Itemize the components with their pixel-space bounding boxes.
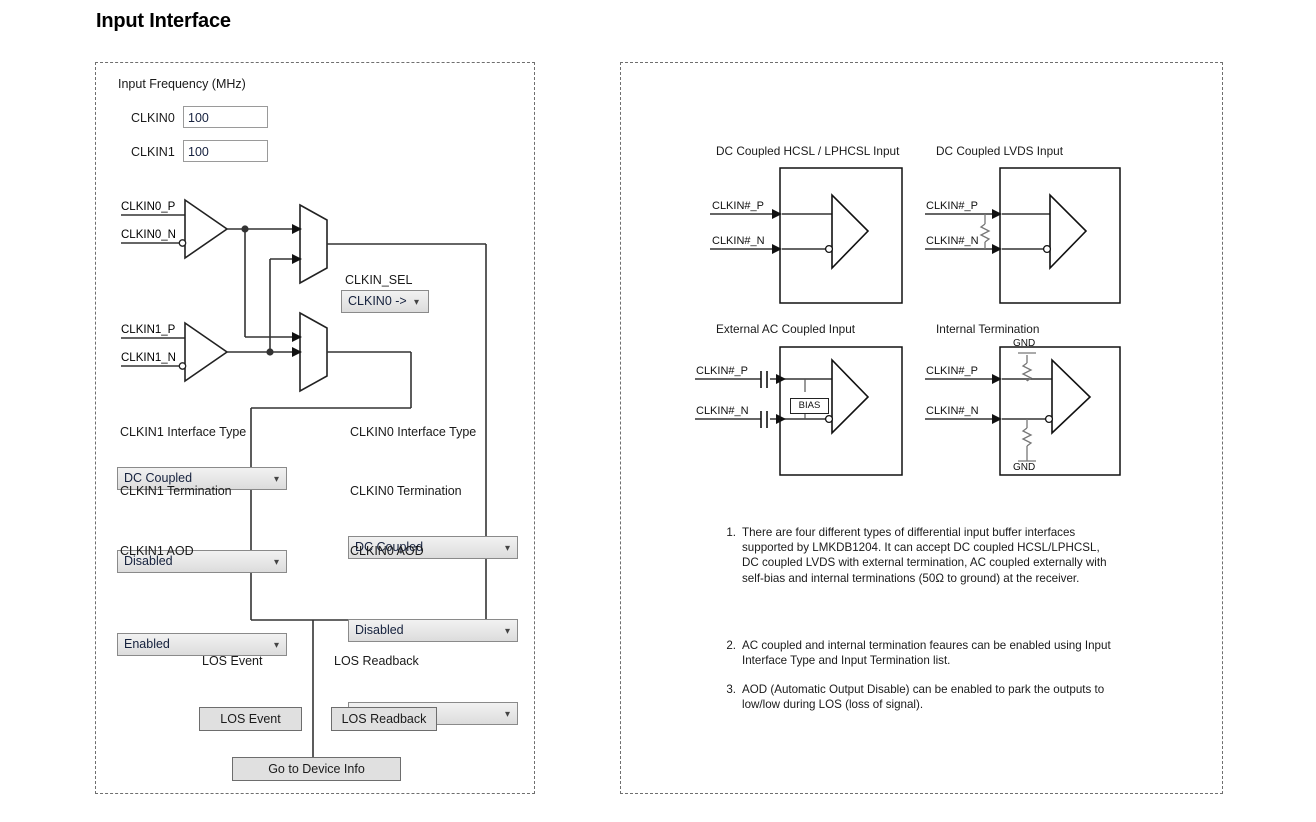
note-3-number: 3. [726,683,736,696]
note-item-2: 2. AC coupled and internal termination f… [718,638,1118,668]
note-item-3: 3. AOD (Automatic Output Disable) can be… [718,682,1118,712]
note-2-number: 2. [726,639,736,652]
bias-box-label: BIAS [790,398,829,414]
note-1-text: There are four different types of differ… [742,526,1107,585]
reference-diagram-graphics [695,167,1121,476]
note-item-1: 1. There are four different types of dif… [718,525,1118,586]
diagram1-pin-p-label: CLKIN#_P [712,200,764,212]
note-1-number: 1. [726,526,736,539]
app-root: Input Interface Input Frequency (MHz) CL… [0,0,1316,822]
diagram4-pin-p-label: CLKIN#_P [926,365,978,377]
diagram4-gnd-top-label: GND [1013,338,1036,349]
note-2-text: AC coupled and internal termination feau… [742,639,1111,668]
diagram4-pin-n-label: CLKIN#_N [926,405,979,417]
diagram1-pin-n-label: CLKIN#_N [712,235,765,247]
diagram3-pin-n-label: CLKIN#_N [696,405,749,417]
note-3-text: AOD (Automatic Output Disable) can be en… [742,683,1105,712]
diagram2-pin-n-label: CLKIN#_N [926,235,979,247]
diagram3-pin-p-label: CLKIN#_P [696,365,748,377]
diagram4-gnd-bottom-label: GND [1013,462,1036,473]
diagram2-pin-p-label: CLKIN#_P [926,200,978,212]
